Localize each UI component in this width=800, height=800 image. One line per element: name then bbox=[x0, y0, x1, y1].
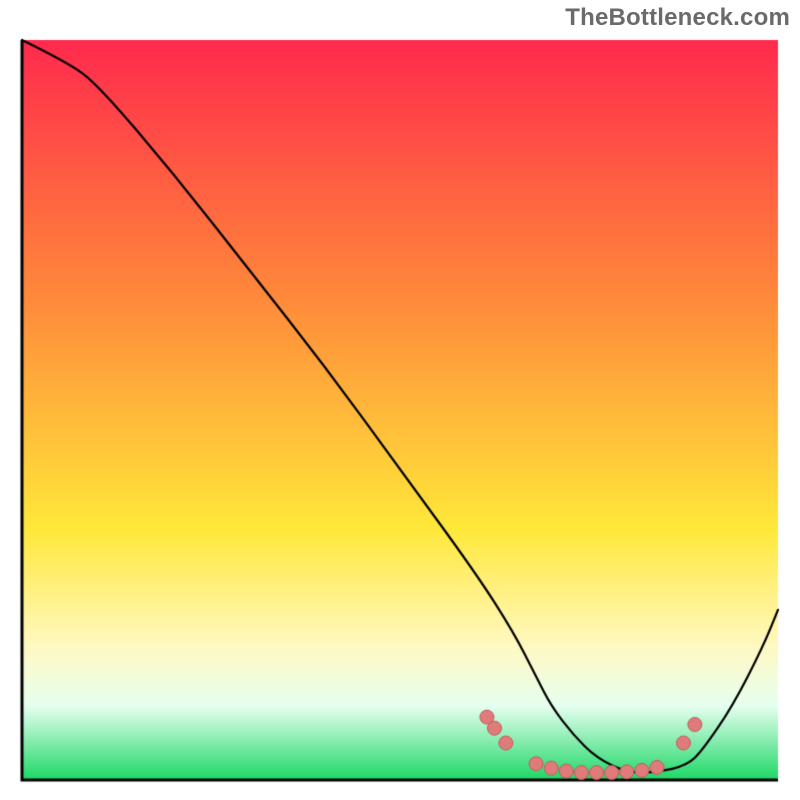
bottleneck-chart-canvas bbox=[18, 36, 782, 784]
chart-area bbox=[18, 36, 782, 784]
watermark-text: TheBottleneck.com bbox=[565, 4, 790, 32]
chart-frame: TheBottleneck.com bbox=[0, 0, 800, 800]
